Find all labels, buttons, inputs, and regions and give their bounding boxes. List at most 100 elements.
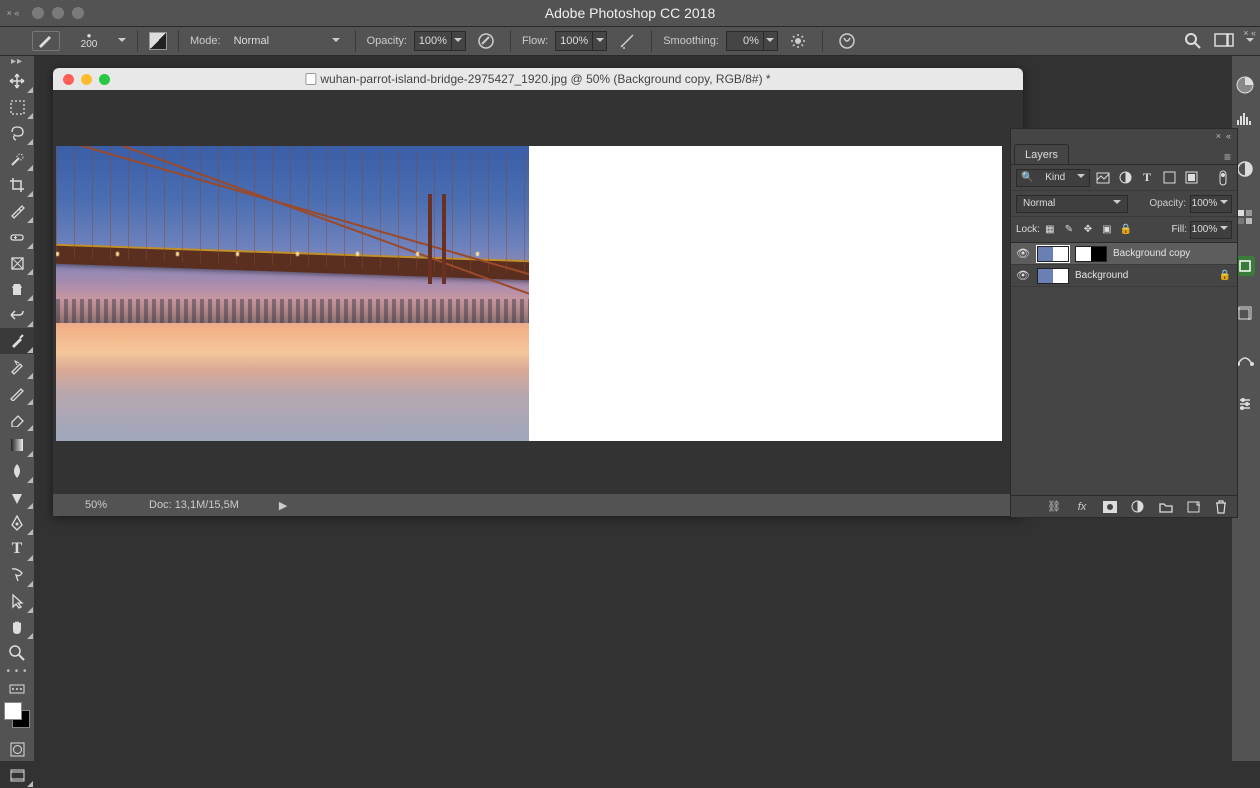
search-icon[interactable] bbox=[1184, 32, 1202, 50]
history-brush-tool[interactable] bbox=[0, 354, 34, 380]
lock-pixels-icon[interactable]: ✎ bbox=[1062, 224, 1076, 235]
smoothing-input[interactable]: 0% bbox=[726, 31, 778, 51]
screen-mode-icon[interactable] bbox=[0, 762, 34, 788]
lock-icon[interactable]: 🔒 bbox=[1219, 270, 1231, 281]
filter-toggle-icon[interactable] bbox=[1214, 169, 1232, 187]
brush-panel-toggle-icon[interactable] bbox=[149, 32, 167, 50]
properties-panel-icon[interactable] bbox=[1237, 396, 1253, 412]
layer-row[interactable]: 👁 Background 🔒 bbox=[1011, 265, 1237, 287]
paths-panel-icon[interactable] bbox=[1236, 350, 1254, 366]
hand-tool[interactable] bbox=[0, 614, 34, 640]
layer-fx-icon[interactable]: fx bbox=[1075, 501, 1089, 513]
panel-close-icon[interactable]: × bbox=[1216, 131, 1221, 141]
chevron-down-icon[interactable] bbox=[118, 34, 126, 49]
filter-pixel-icon[interactable] bbox=[1094, 169, 1112, 187]
content-aware-move-tool[interactable] bbox=[0, 302, 34, 328]
quick-select-tool[interactable] bbox=[0, 146, 34, 172]
panel-grip-icon[interactable]: ▸▸ bbox=[0, 56, 34, 68]
layer-mask-thumbnail[interactable] bbox=[1075, 246, 1107, 262]
symmetry-icon[interactable] bbox=[834, 30, 860, 52]
adjustments-panel-icon[interactable] bbox=[1236, 160, 1254, 178]
window-zoom-button[interactable] bbox=[72, 7, 84, 19]
doc-close-button[interactable] bbox=[63, 74, 74, 85]
window-minimize-button[interactable] bbox=[52, 7, 64, 19]
quick-mask-icon[interactable] bbox=[0, 736, 34, 762]
layer-name[interactable]: Background bbox=[1075, 270, 1128, 281]
color-swatch[interactable] bbox=[0, 700, 34, 736]
add-mask-icon[interactable] bbox=[1103, 501, 1117, 513]
flow-input[interactable]: 100% bbox=[555, 31, 607, 51]
workspace-switcher-icon[interactable] bbox=[1214, 32, 1234, 50]
layer-fill-input[interactable]: 100% bbox=[1190, 221, 1232, 239]
brush-preset-picker[interactable]: ● 200 bbox=[67, 32, 111, 50]
clone-stamp-tool[interactable] bbox=[0, 276, 34, 302]
delete-layer-icon[interactable] bbox=[1215, 500, 1229, 514]
opacity-pressure-icon[interactable] bbox=[473, 30, 499, 52]
visibility-toggle-icon[interactable]: 👁 bbox=[1015, 247, 1031, 260]
lock-all-icon[interactable]: 🔒 bbox=[1119, 224, 1133, 235]
panel-collapse-icon[interactable]: × « bbox=[0, 0, 26, 26]
frame-tool[interactable] bbox=[0, 250, 34, 276]
styles-panel-icon[interactable] bbox=[1236, 208, 1254, 226]
layer-row[interactable]: 👁 Background copy bbox=[1011, 243, 1237, 265]
blur-tool[interactable] bbox=[0, 458, 34, 484]
new-group-icon[interactable] bbox=[1159, 501, 1173, 513]
smoothing-options-icon[interactable] bbox=[785, 30, 811, 52]
lock-transparency-icon[interactable]: ▦ bbox=[1043, 224, 1057, 235]
eyedropper-tool[interactable] bbox=[0, 198, 34, 224]
layer-filter-kind[interactable]: 🔍Kind bbox=[1016, 169, 1090, 187]
doc-minimize-button[interactable] bbox=[81, 74, 92, 85]
lock-position-icon[interactable]: ✥ bbox=[1081, 224, 1095, 235]
statusbar-arrow-icon[interactable]: ▶ bbox=[279, 499, 287, 512]
filter-smart-icon[interactable] bbox=[1182, 169, 1200, 187]
panel-collapse-icon[interactable]: « bbox=[1226, 131, 1231, 141]
edit-toolbar-icon[interactable] bbox=[0, 678, 34, 698]
eraser-tool[interactable] bbox=[0, 406, 34, 432]
type-tool[interactable]: T bbox=[0, 536, 34, 562]
path-select-tool[interactable] bbox=[0, 562, 34, 588]
tool-preset-picker[interactable] bbox=[32, 31, 60, 51]
canvas-stage[interactable] bbox=[53, 90, 1023, 494]
dodge-tool[interactable] bbox=[0, 484, 34, 510]
pen-tool[interactable] bbox=[0, 510, 34, 536]
layer-opacity-input[interactable]: 100% bbox=[1190, 195, 1232, 213]
foreground-color-swatch[interactable] bbox=[4, 702, 22, 720]
libraries-panel-icon[interactable] bbox=[1235, 256, 1255, 276]
healing-brush-tool[interactable] bbox=[0, 224, 34, 250]
color-panel-icon[interactable] bbox=[1236, 76, 1254, 94]
move-tool[interactable] bbox=[0, 68, 34, 94]
layer-blend-mode[interactable]: Normal bbox=[1016, 195, 1128, 213]
airbrush-icon[interactable] bbox=[614, 30, 640, 52]
doc-zoom-button[interactable] bbox=[99, 74, 110, 85]
new-adjustment-icon[interactable] bbox=[1131, 500, 1145, 513]
filter-type-icon[interactable]: T bbox=[1138, 169, 1156, 187]
crop-tool[interactable] bbox=[0, 172, 34, 198]
lock-artboard-icon[interactable]: ▣ bbox=[1100, 224, 1114, 235]
histogram-panel-icon[interactable] bbox=[1236, 112, 1254, 126]
visibility-toggle-icon[interactable]: 👁 bbox=[1015, 269, 1031, 282]
layer-name[interactable]: Background copy bbox=[1113, 248, 1190, 259]
channels-panel-icon[interactable] bbox=[1236, 306, 1254, 320]
panel-menu-icon[interactable]: ≡ bbox=[1224, 150, 1231, 164]
canvas[interactable] bbox=[56, 146, 1002, 441]
window-close-button[interactable] bbox=[32, 7, 44, 19]
brush-tool[interactable] bbox=[0, 328, 34, 354]
layers-tab[interactable]: Layers bbox=[1014, 144, 1069, 164]
layer-thumbnail[interactable] bbox=[1037, 268, 1069, 284]
direct-select-tool[interactable] bbox=[0, 588, 34, 614]
lasso-tool[interactable] bbox=[0, 120, 34, 146]
opacity-input[interactable]: 100% bbox=[414, 31, 466, 51]
new-layer-icon[interactable] bbox=[1187, 501, 1201, 513]
filter-adjust-icon[interactable] bbox=[1116, 169, 1134, 187]
document-titlebar[interactable]: wuhan-parrot-island-bridge-2975427_1920.… bbox=[53, 68, 1023, 90]
zoom-level[interactable]: 50% bbox=[53, 499, 139, 511]
blend-mode-select[interactable]: Normal bbox=[228, 34, 344, 49]
filter-shape-icon[interactable] bbox=[1160, 169, 1178, 187]
pencil-tool[interactable] bbox=[0, 380, 34, 406]
doc-size-readout[interactable]: Doc: 13,1M/15,5M bbox=[139, 499, 239, 511]
panel-close-icon[interactable]: × « bbox=[1243, 28, 1256, 38]
gradient-tool[interactable] bbox=[0, 432, 34, 458]
marquee-tool[interactable] bbox=[0, 94, 34, 120]
link-layers-icon[interactable]: ⛓ bbox=[1047, 500, 1061, 513]
zoom-tool[interactable] bbox=[0, 640, 34, 666]
